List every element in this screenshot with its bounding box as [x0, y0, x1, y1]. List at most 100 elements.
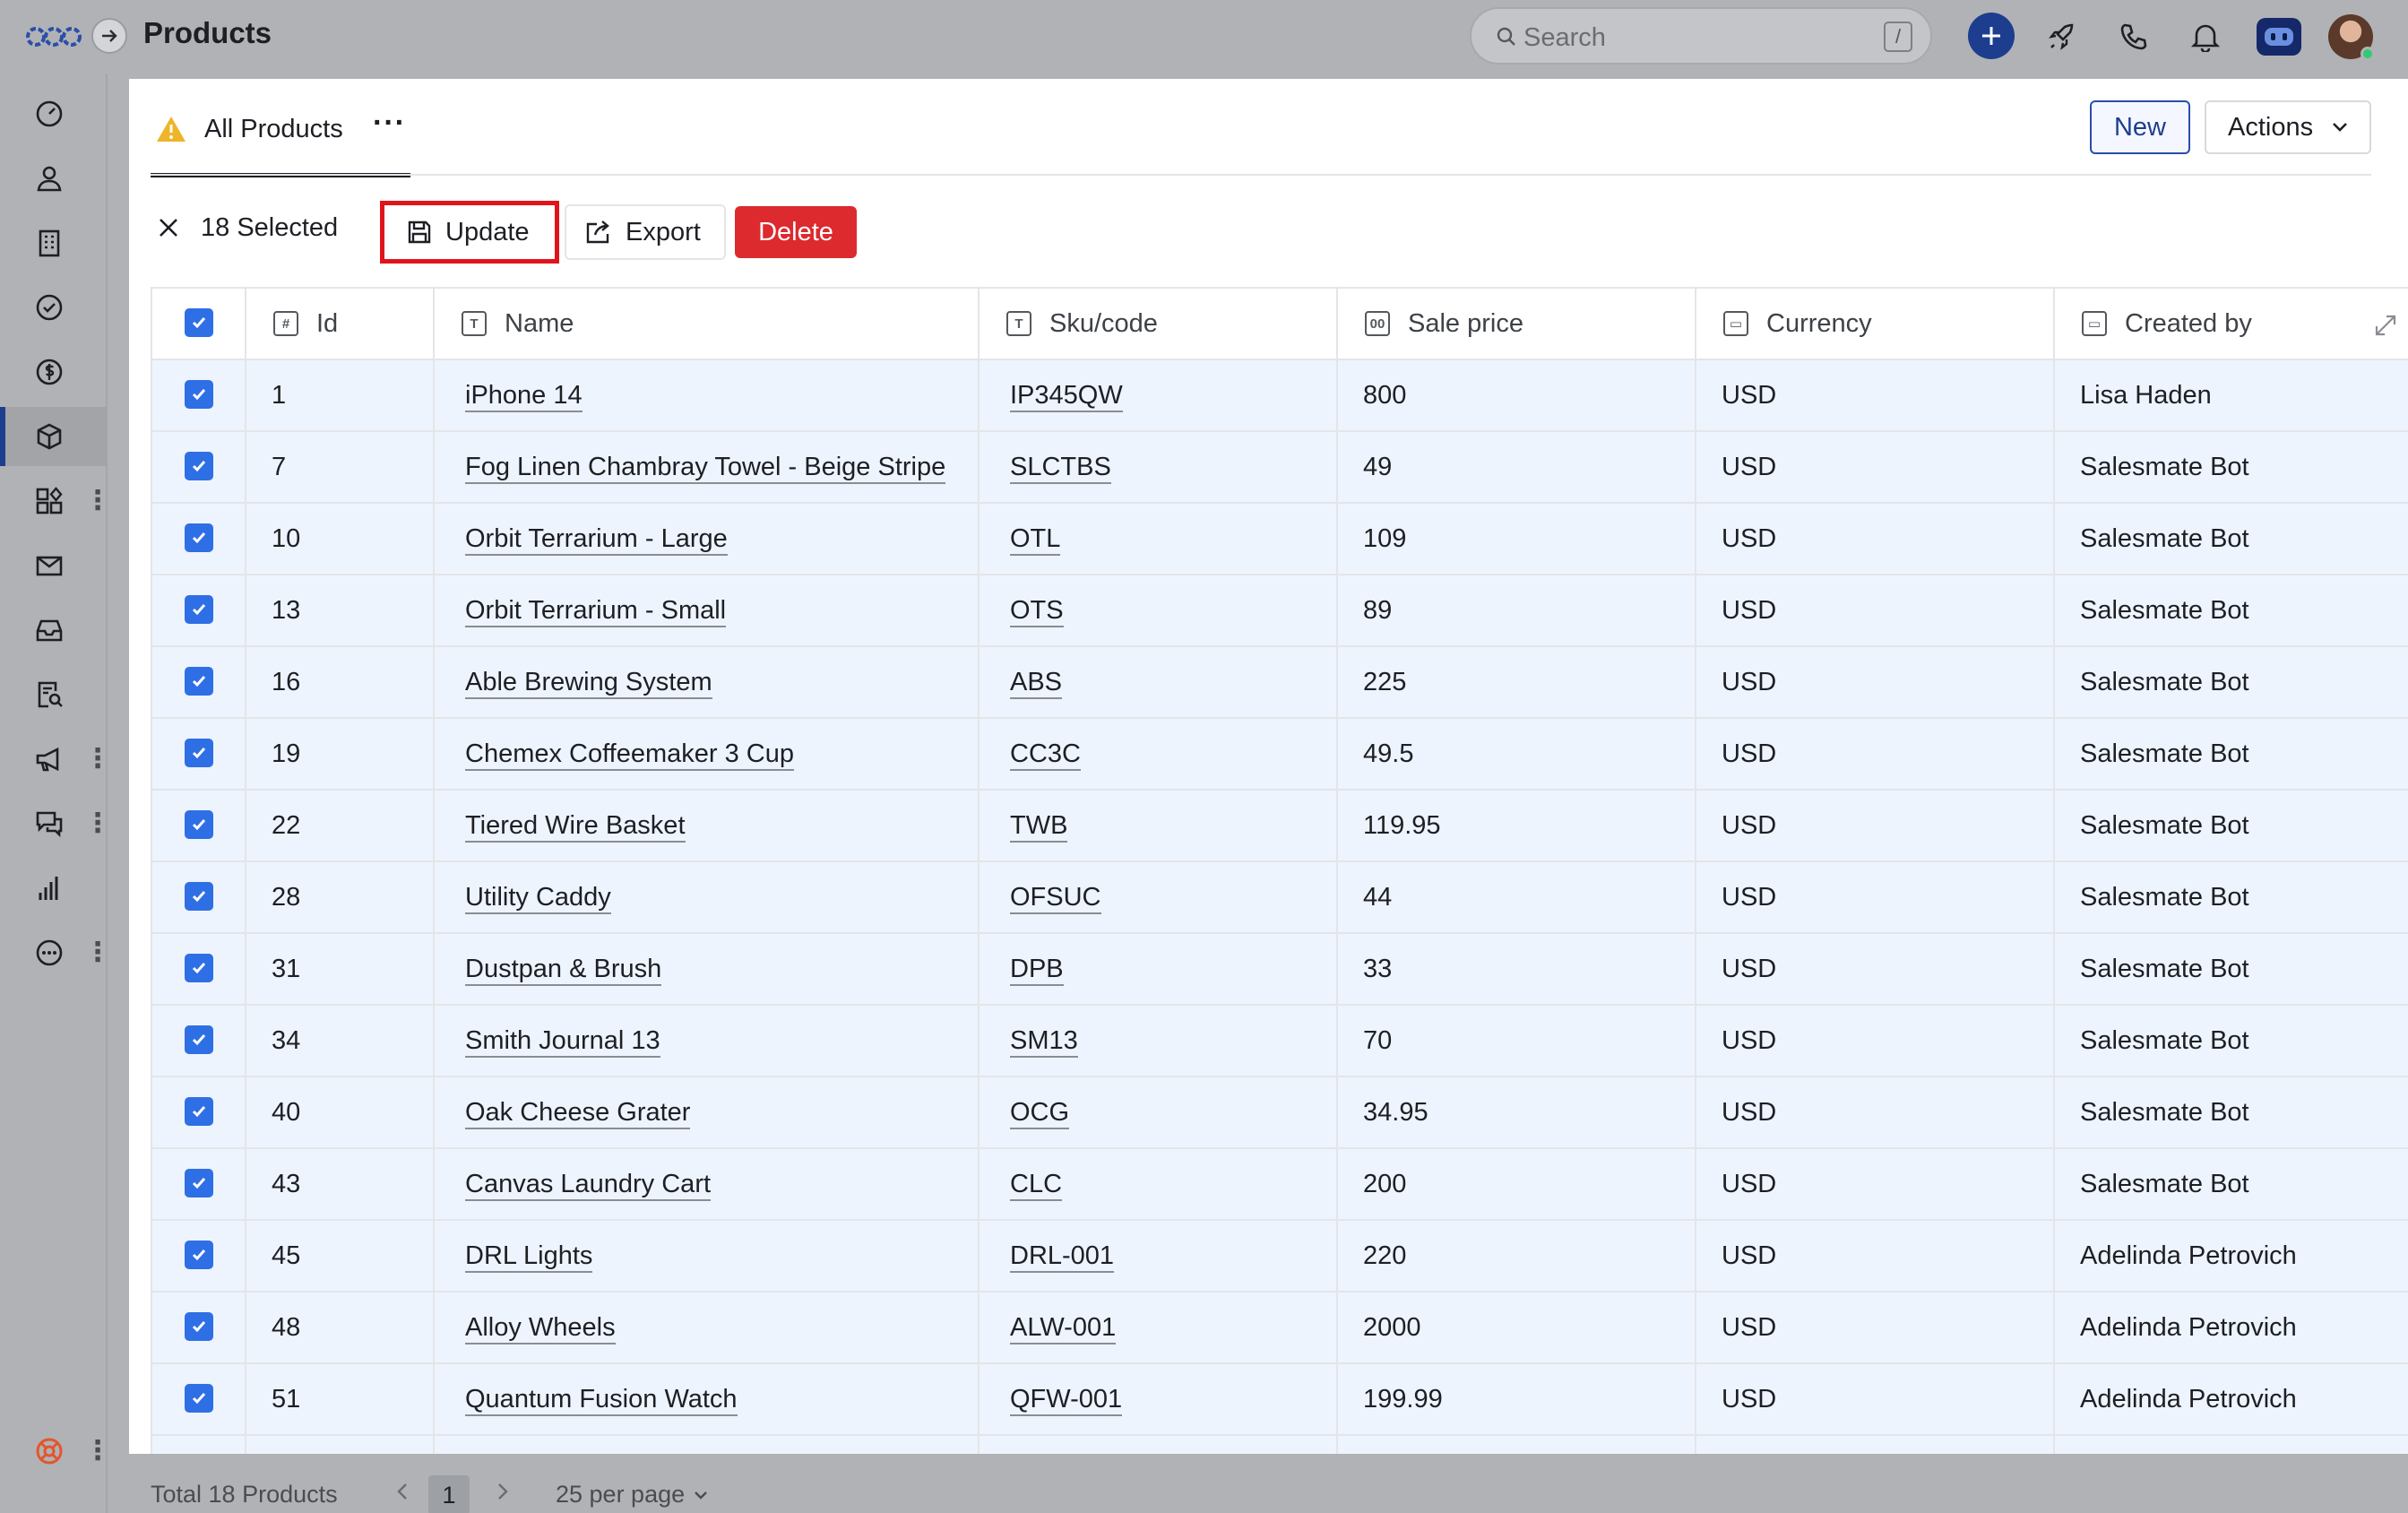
sku-link[interactable]: ALW-001: [1010, 1312, 1117, 1344]
sidebar-item-apps[interactable]: ⋮: [0, 471, 111, 531]
sidebar-item-help[interactable]: ⋮: [0, 1422, 111, 1481]
sku-link[interactable]: IP345QW: [1010, 380, 1123, 412]
global-search[interactable]: Search /: [1470, 7, 1932, 65]
column-header-name[interactable]: T Name: [434, 287, 980, 360]
row-checkbox[interactable]: [184, 523, 213, 552]
table-row[interactable]: 40 Oak Cheese Grater OCG 34.95 USD Salesmate …: [152, 1076, 2408, 1149]
sidebar-item-contacts[interactable]: [0, 149, 108, 208]
sku-link[interactable]: ABS: [1010, 667, 1063, 699]
table-row[interactable]: 45 DRL Lights DRL-001 220 USD Adelinda Petrov…: [152, 1220, 2408, 1293]
table-row[interactable]: 28 Utility Caddy OFSUC 44 USD Salesmate Bot: [152, 861, 2408, 934]
more-options-icon[interactable]: ⋮: [84, 810, 111, 837]
product-name-link[interactable]: Orbit Terrarium - Small: [465, 595, 727, 627]
quick-add-button[interactable]: [1968, 13, 2015, 59]
row-checkbox[interactable]: [184, 810, 213, 839]
product-name-link[interactable]: iPhone 14: [465, 380, 583, 412]
sidebar-item-campaigns[interactable]: ⋮: [0, 730, 111, 789]
more-options-icon[interactable]: ⋮: [84, 1438, 111, 1465]
sidebar-item-companies[interactable]: [0, 213, 108, 272]
sku-link[interactable]: OFSUC: [1010, 882, 1101, 914]
select-all-checkbox[interactable]: [184, 308, 213, 337]
product-name-link[interactable]: Able Brewing System: [465, 667, 712, 699]
row-checkbox[interactable]: [184, 739, 213, 767]
column-header-sku[interactable]: T Sku/code: [979, 287, 1338, 360]
export-button[interactable]: Export: [565, 204, 726, 260]
sidebar-item-email[interactable]: [0, 536, 108, 595]
row-checkbox[interactable]: [184, 1312, 213, 1341]
more-options-icon[interactable]: ⋮: [84, 746, 111, 773]
sidebar-item-sequences[interactable]: [0, 665, 108, 724]
per-page-select[interactable]: 25 per page: [556, 1481, 710, 1509]
sku-link[interactable]: OCG: [1010, 1097, 1070, 1129]
rocket-button[interactable]: [2043, 18, 2081, 56]
row-checkbox[interactable]: [184, 667, 213, 696]
salesmate-logo-icon[interactable]: [25, 20, 82, 54]
sku-link[interactable]: QFW-001: [1010, 1384, 1123, 1416]
sku-link[interactable]: DRL-001: [1010, 1241, 1115, 1273]
product-name-link[interactable]: Utility Caddy: [465, 882, 611, 914]
sku-link[interactable]: SLCTBS: [1010, 452, 1111, 484]
column-header-id[interactable]: # Id: [246, 287, 435, 360]
sku-link[interactable]: OTS: [1010, 595, 1064, 627]
row-checkbox[interactable]: [184, 1169, 213, 1197]
expand-sidebar-button[interactable]: [91, 18, 127, 54]
sidebar-item-deals[interactable]: [0, 342, 108, 402]
row-checkbox[interactable]: [184, 1241, 213, 1269]
sku-link[interactable]: DPB: [1010, 954, 1064, 986]
prev-page-chevron-left-icon[interactable]: [393, 1481, 414, 1502]
new-product-button[interactable]: New: [2090, 100, 2190, 154]
sidebar-item-dashboard[interactable]: [0, 84, 108, 143]
sidebar-item-reports[interactable]: [0, 859, 108, 918]
column-header-sale-price[interactable]: 00 Sale price: [1337, 287, 1696, 360]
row-checkbox[interactable]: [184, 1384, 213, 1413]
table-row[interactable]: 43 Canvas Laundry Cart CLC 200 USD Salesmate …: [152, 1148, 2408, 1221]
phone-button[interactable]: [2115, 18, 2153, 56]
user-avatar[interactable]: [2328, 14, 2375, 61]
column-header-created-by[interactable]: ▭ Created by: [2054, 287, 2408, 360]
sku-link[interactable]: CC3C: [1010, 739, 1081, 771]
view-tab-all-products[interactable]: All Products ···: [151, 100, 410, 177]
table-row[interactable]: 13 Orbit Terrarium - Small OTS 89 USD Salesma…: [152, 575, 2408, 647]
row-checkbox[interactable]: [184, 1097, 213, 1126]
expand-columns-icon[interactable]: [2374, 314, 2397, 337]
product-name-link[interactable]: Smith Journal 13: [465, 1025, 660, 1058]
product-name-link[interactable]: Alloy Wheels: [465, 1312, 616, 1344]
current-page[interactable]: 1: [428, 1475, 470, 1513]
table-row[interactable]: 1 iPhone 14 IP345QW 800 USD Lisa Haden: [152, 359, 2408, 432]
table-row[interactable]: 51 Quantum Fusion Watch QFW-001 199.99 USD Ad…: [152, 1363, 2408, 1436]
product-name-link[interactable]: Fog Linen Chambray Towel - Beige Stripe: [465, 452, 946, 484]
row-checkbox[interactable]: [184, 595, 213, 624]
product-name-link[interactable]: Chemex Coffeemaker 3 Cup: [465, 739, 794, 771]
product-name-link[interactable]: Tiered Wire Basket: [465, 810, 686, 843]
next-page-chevron-right-icon[interactable]: [491, 1481, 513, 1502]
sidebar-item-more[interactable]: ⋮: [0, 923, 111, 982]
notifications-button[interactable]: [2187, 18, 2224, 56]
update-button[interactable]: Update: [380, 201, 559, 264]
product-name-link[interactable]: Orbit Terrarium - Large: [465, 523, 728, 556]
table-row[interactable]: 31 Dustpan & Brush DPB 33 USD Salesmate Bot: [152, 933, 2408, 1006]
sidebar-item-inbox[interactable]: [0, 601, 108, 660]
row-checkbox[interactable]: [184, 954, 213, 982]
sku-link[interactable]: OTL: [1010, 523, 1061, 556]
view-more-options-icon[interactable]: ···: [373, 106, 406, 141]
product-name-link[interactable]: Oak Cheese Grater: [465, 1097, 691, 1129]
product-name-link[interactable]: DRL Lights: [465, 1241, 593, 1273]
product-name-link[interactable]: Quantum Fusion Watch: [465, 1384, 738, 1416]
table-row[interactable]: 34 Smith Journal 13 SM13 70 USD Salesmate Bot: [152, 1005, 2408, 1077]
table-row[interactable]: 7 Fog Linen Chambray Towel - Beige Stripe…: [152, 431, 2408, 504]
ai-assistant-button[interactable]: [2257, 18, 2301, 56]
sku-link[interactable]: CLC: [1010, 1169, 1063, 1201]
clear-selection-close-icon[interactable]: [156, 215, 181, 240]
table-row[interactable]: 16 Able Brewing System ABS 225 USD Salesmate …: [152, 646, 2408, 719]
sidebar-item-tasks[interactable]: [0, 278, 108, 337]
row-checkbox[interactable]: [184, 882, 213, 911]
more-options-icon[interactable]: ⋮: [84, 488, 111, 514]
sidebar-item-products[interactable]: [0, 407, 108, 466]
sku-link[interactable]: TWB: [1010, 810, 1068, 843]
delete-button[interactable]: Delete: [735, 206, 857, 258]
product-name-link[interactable]: Dustpan & Brush: [465, 954, 662, 986]
table-row[interactable]: 10 Orbit Terrarium - Large OTL 109 USD Salesm…: [152, 503, 2408, 575]
row-checkbox[interactable]: [184, 1025, 213, 1054]
sidebar-item-conversations[interactable]: ⋮: [0, 794, 111, 853]
column-header-currency[interactable]: ▭ Currency: [1696, 287, 2055, 360]
